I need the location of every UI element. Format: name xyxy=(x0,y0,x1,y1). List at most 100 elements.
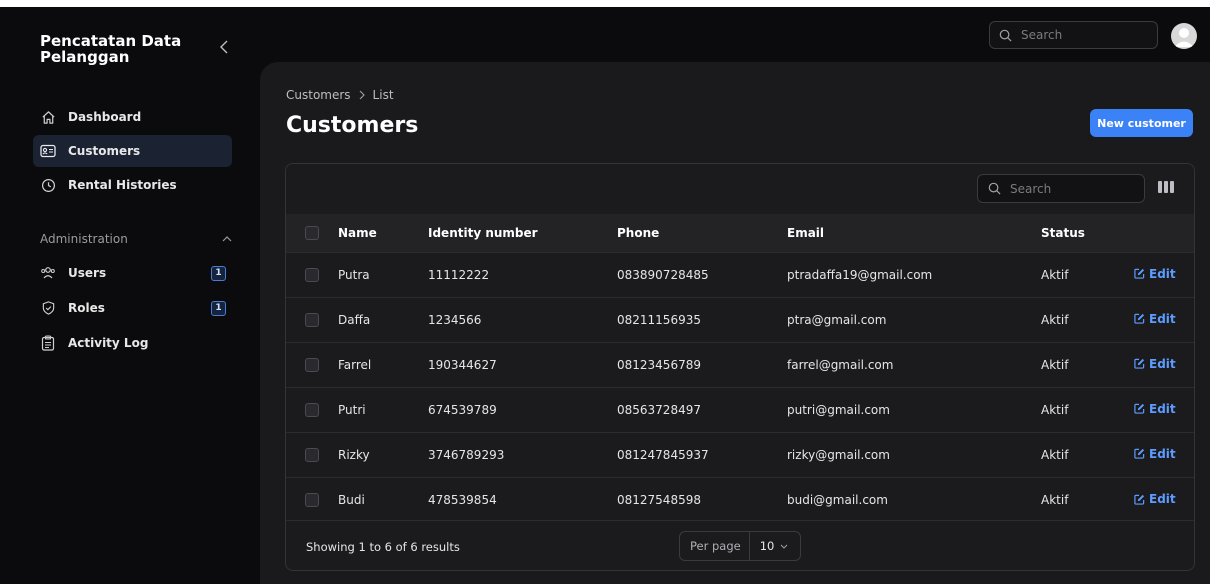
collapse-sidebar-button[interactable] xyxy=(216,38,232,56)
column-header-email[interactable]: Email xyxy=(787,214,1041,252)
cell-phone: 08123456789 xyxy=(617,357,701,372)
avatar[interactable] xyxy=(1171,23,1197,49)
cell-email: ptra@gmail.com xyxy=(787,312,887,327)
sidebar-item-label: Dashboard xyxy=(68,110,142,124)
user-avatar-icon xyxy=(1174,28,1194,47)
edit-icon xyxy=(1134,449,1145,459)
edit-icon xyxy=(1134,494,1145,505)
column-header-name[interactable]: Name xyxy=(338,214,428,252)
edit-label: Edit xyxy=(1149,446,1176,461)
cell-email: ptradaffa19@gmail.com xyxy=(787,267,933,282)
row-checkbox[interactable] xyxy=(305,447,319,462)
id-card-icon xyxy=(40,143,56,159)
table-row: Rizky 3746789293 081247845937 rizky@gmai… xyxy=(286,432,1194,477)
columns-icon xyxy=(1158,181,1162,193)
columns-icon xyxy=(1164,181,1168,193)
sidebar-section-administration[interactable]: Administration xyxy=(40,231,232,247)
toggle-columns-button[interactable] xyxy=(1158,181,1174,195)
column-header-phone[interactable]: Phone xyxy=(617,214,787,252)
count-badge: 1 xyxy=(211,300,226,316)
edit-button[interactable]: Edit xyxy=(1134,492,1176,506)
clock-icon xyxy=(40,177,56,193)
customers-table-card: Name Identity number Phone Email Status … xyxy=(285,163,1195,571)
row-checkbox[interactable] xyxy=(305,357,319,372)
sidebar-item-activity-log[interactable]: Activity Log xyxy=(33,327,232,359)
sidebar-item-label: Roles xyxy=(68,301,105,315)
pagination-summary: Showing 1 to 6 of 6 results xyxy=(306,540,460,554)
cell-identity: 190344627 xyxy=(428,357,497,372)
table-row: Farrel 190344627 08123456789 farrel@gmai… xyxy=(286,342,1194,387)
edit-label: Edit xyxy=(1149,401,1176,416)
new-customer-button[interactable]: New customer xyxy=(1090,109,1193,137)
cell-status: Aktif xyxy=(1041,312,1069,327)
cell-status: Aktif xyxy=(1041,267,1069,282)
per-page-value-text: 10 xyxy=(759,539,775,553)
column-header-status[interactable]: Status xyxy=(1041,214,1134,252)
table-row: Putra 11112222 083890728485 ptradaffa19@… xyxy=(286,252,1194,297)
edit-button[interactable]: Edit xyxy=(1134,357,1176,371)
global-search-input[interactable] xyxy=(1019,27,1143,43)
column-header-identity[interactable]: Identity number xyxy=(428,214,617,252)
cell-phone: 083890728485 xyxy=(617,267,709,282)
row-checkbox[interactable] xyxy=(305,493,319,507)
row-checkbox[interactable] xyxy=(305,312,319,327)
sidebar-item-label: Activity Log xyxy=(68,336,149,350)
cell-name: Putri xyxy=(338,402,366,417)
home-icon xyxy=(40,109,56,125)
cell-identity: 1234566 xyxy=(428,312,482,327)
cell-identity: 674539789 xyxy=(428,402,497,417)
edit-button[interactable]: Edit xyxy=(1134,402,1176,416)
edit-icon xyxy=(1134,269,1145,279)
sidebar-item-users[interactable]: Users 1 xyxy=(33,257,232,289)
table-row: Budi 478539854 08127548598 budi@gmail.co… xyxy=(286,477,1194,522)
sidebar-item-label: Customers xyxy=(68,144,141,158)
table-row: Daffa 1234566 08211156935 ptra@gmail.com… xyxy=(286,297,1194,342)
edit-button[interactable]: Edit xyxy=(1134,312,1176,326)
edit-label: Edit xyxy=(1149,356,1176,371)
table-search-input[interactable] xyxy=(1008,180,1132,197)
cell-status: Aktif xyxy=(1041,357,1069,372)
breadcrumb-customers[interactable]: Customers xyxy=(286,88,351,102)
edit-icon xyxy=(1134,404,1145,414)
table-row: Putri 674539789 08563728497 putri@gmail.… xyxy=(286,387,1194,432)
select-all-checkbox[interactable] xyxy=(305,226,319,240)
cell-name: Farrel xyxy=(338,357,372,372)
edit-button[interactable]: Edit xyxy=(1134,447,1176,461)
sidebar-item-rental-histories[interactable]: Rental Histories xyxy=(33,169,232,201)
per-page-value[interactable]: 10 xyxy=(750,539,789,553)
cell-identity: 3746789293 xyxy=(428,447,505,462)
cell-name: Rizky xyxy=(338,447,370,462)
shield-check-icon xyxy=(40,300,56,316)
sidebar-item-customers[interactable]: Customers xyxy=(33,135,232,167)
breadcrumb-list: List xyxy=(372,88,394,102)
table-search[interactable] xyxy=(977,174,1145,203)
cell-phone: 081247845937 xyxy=(617,447,709,462)
row-checkbox[interactable] xyxy=(305,267,319,282)
edit-label: Edit xyxy=(1149,311,1176,326)
edit-label: Edit xyxy=(1149,492,1176,506)
edit-icon xyxy=(1134,359,1145,369)
global-search[interactable] xyxy=(989,21,1158,49)
sidebar-item-dashboard[interactable]: Dashboard xyxy=(33,101,232,133)
chevron-right-icon xyxy=(359,90,365,100)
edit-icon xyxy=(1134,314,1145,324)
chevron-left-icon xyxy=(220,40,228,54)
sidebar-item-roles[interactable]: Roles 1 xyxy=(33,292,232,324)
columns-icon xyxy=(1170,181,1174,193)
cell-email: putri@gmail.com xyxy=(787,402,890,417)
edit-label: Edit xyxy=(1149,266,1176,281)
search-icon xyxy=(999,29,1012,41)
cell-email: rizky@gmail.com xyxy=(787,447,890,462)
cell-identity: 11112222 xyxy=(428,267,490,282)
sidebar-item-label: Users xyxy=(68,266,107,280)
cell-name: Putra xyxy=(338,267,370,282)
main-content: Customers List Customers New customer Se… xyxy=(260,62,1210,584)
row-checkbox[interactable] xyxy=(305,402,319,417)
count-badge: 1 xyxy=(211,265,226,281)
cell-phone: 08563728497 xyxy=(617,402,701,417)
per-page-select[interactable]: Per page 10 xyxy=(679,531,801,561)
clipboard-icon xyxy=(40,335,56,351)
search-icon xyxy=(988,182,1001,195)
table-header-row: Name Identity number Phone Email Status xyxy=(286,214,1194,252)
edit-button[interactable]: Edit xyxy=(1134,267,1176,281)
